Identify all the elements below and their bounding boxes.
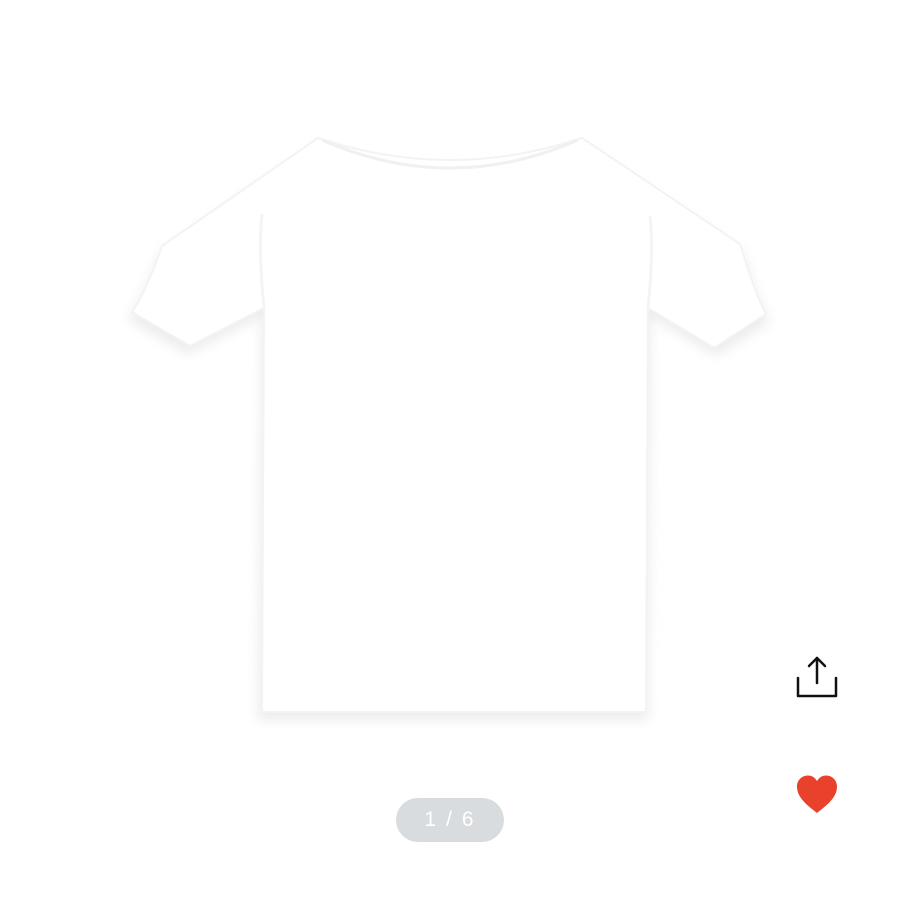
image-pager: 1 / 6 (396, 798, 504, 842)
share-icon (796, 656, 838, 698)
heart-icon (797, 775, 837, 813)
product-image[interactable]: saf 3 saf 3 (0, 0, 900, 900)
product-image-viewer[interactable]: saf 3 saf 3 1 / 6 (0, 0, 900, 900)
pager-current: 1 (424, 808, 439, 831)
print-text-3: 3 (492, 408, 575, 576)
share-button[interactable] (792, 652, 842, 702)
like-button[interactable] (794, 772, 840, 818)
tshirt-shape (130, 136, 768, 713)
pager-separator: / (446, 808, 454, 831)
print-text-saf: saf (306, 252, 524, 420)
pager-total: 6 (461, 808, 476, 831)
